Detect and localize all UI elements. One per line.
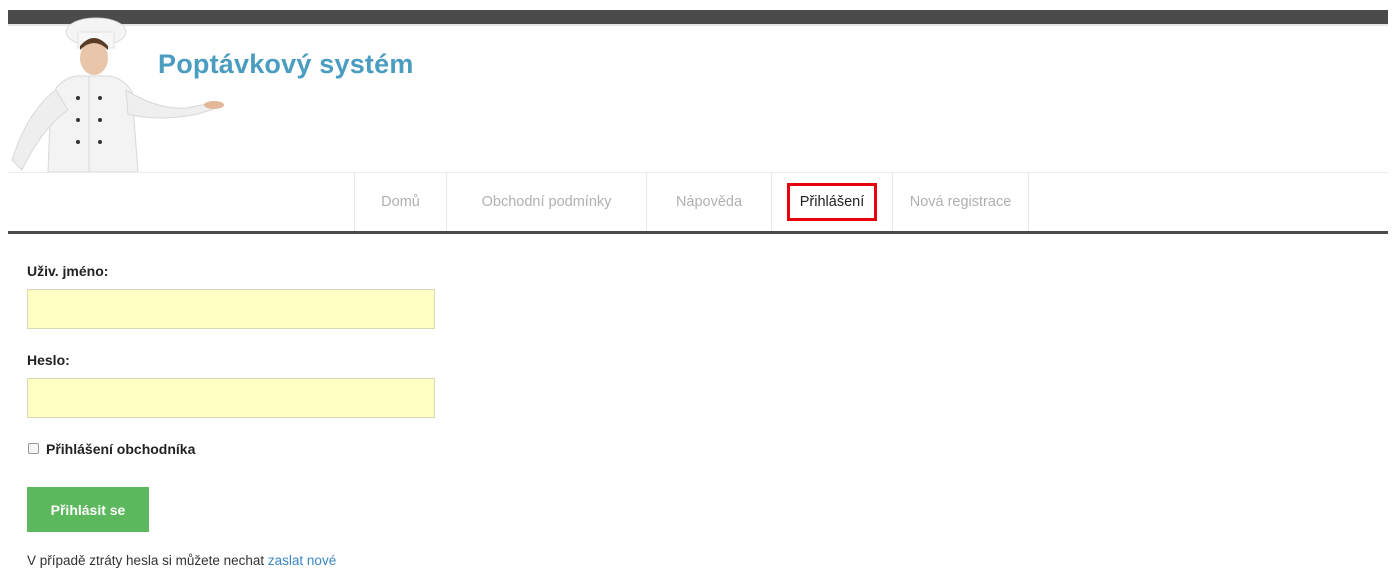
nav-item-help[interactable]: Nápověda [646,172,771,232]
nav-item-registration[interactable]: Nová registrace [892,172,1029,232]
nav-item-login[interactable]: Přihlášení [771,172,892,232]
chef-illustration [8,10,228,172]
nav-item-terms[interactable]: Obchodní podmínky [446,172,646,232]
site-title: Poptávkový systém [158,49,414,79]
nav-item-label: Přihlášení [786,183,878,221]
nav-item-home[interactable]: Domů [354,172,446,232]
login-button[interactable]: Přihlásit se [27,487,149,532]
nav-item-label: Domů [381,194,420,210]
password-recovery-text: V případě ztráty hesla si můžete nechat … [27,553,336,568]
nav-item-label: Obchodní podmínky [481,194,612,210]
nav-item-label: Nápověda [675,194,743,210]
nav-item-label: Nová registrace [909,194,1012,210]
merchant-login-label: Přihlášení obchodníka [46,441,196,457]
send-new-password-link[interactable]: zaslat nové [268,553,336,568]
username-label: Uživ. jméno: [27,263,109,279]
nav-bottom-divider [8,231,1388,234]
username-field[interactable] [27,289,435,329]
merchant-login-checkbox[interactable] [28,443,39,454]
password-recovery-message: V případě ztráty hesla si můžete nechat [27,553,265,568]
password-label: Heslo: [27,352,70,368]
password-field[interactable] [27,378,435,418]
main-nav: Domů Obchodní podmínky Nápověda Přihláše… [354,172,1029,232]
